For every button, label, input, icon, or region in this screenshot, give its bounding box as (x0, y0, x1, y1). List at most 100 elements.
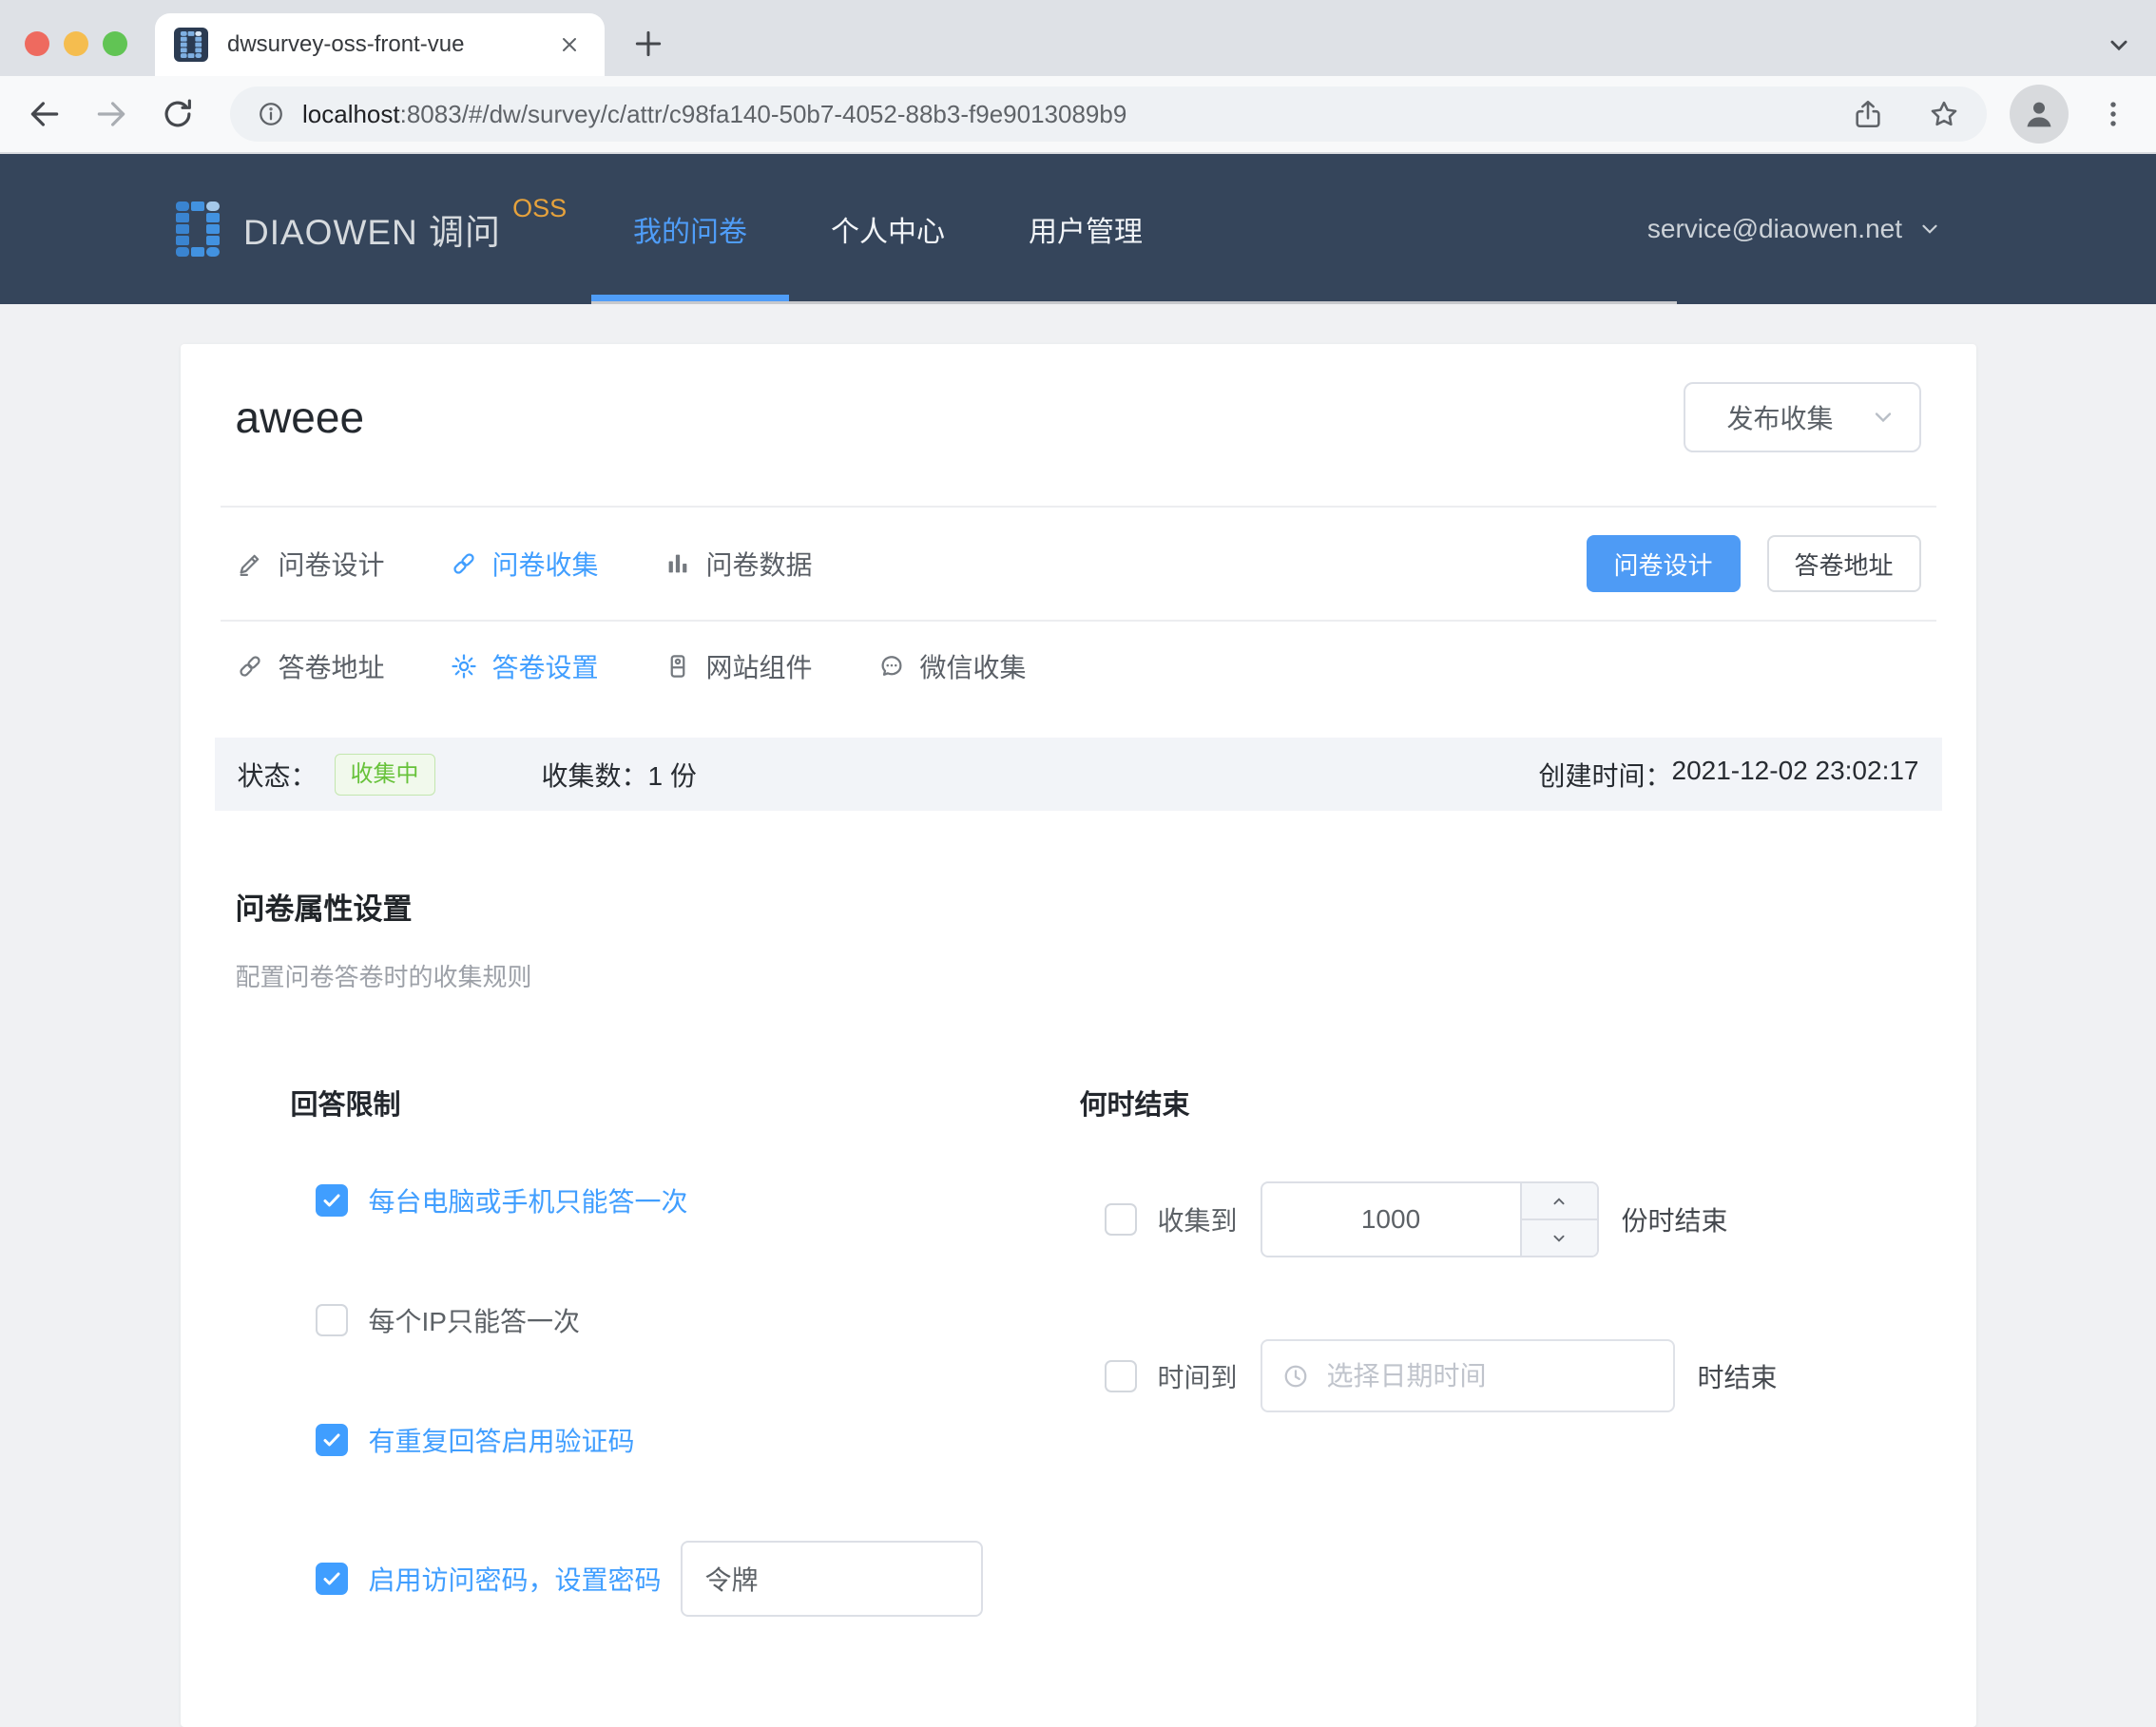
count-label: 收集数： (542, 756, 648, 794)
new-tab-button[interactable] (629, 25, 667, 63)
quota-label[interactable]: 收集到 (1158, 1200, 1238, 1238)
section-title: 问卷属性设置 (236, 885, 1921, 928)
tab-survey-collect[interactable]: 问卷收集 (450, 545, 599, 583)
chevron-up-icon (1549, 1191, 1569, 1212)
chevron-down-icon (1549, 1228, 1569, 1249)
nav-item-profile[interactable]: 个人中心 (789, 154, 987, 304)
clock-icon (1281, 1362, 1310, 1391)
tab-site-widget[interactable]: 网站组件 (664, 647, 813, 685)
password-label[interactable]: 启用访问密码，设置密码 (369, 1560, 662, 1598)
page-info-icon[interactable] (257, 100, 285, 128)
created-value: 2021-12-02 23:02:17 (1672, 756, 1919, 794)
end-row-deadline: 时间到 时结束 (1105, 1339, 1921, 1412)
app-header: DIAOWEN 调问 OSS 我的问卷 个人中心 用户管理 service@di… (0, 154, 2156, 304)
tag-icon (664, 652, 692, 681)
tab-answer-settings[interactable]: 答卷设置 (450, 647, 599, 685)
back-icon (27, 96, 63, 132)
browser-tabstrip: dwsurvey-oss-front-vue (0, 0, 2156, 76)
secondary-tab-row: 答卷地址 答卷设置 网站组件 微信收集 (181, 622, 1976, 711)
end-rules-column: 何时结束 收集到 (1080, 1083, 1921, 1494)
url-text: localhost:8083/#/dw/survey/c/attr/c98fa1… (302, 100, 1126, 129)
answer-limit-column: 回答限制 每台电脑或手机只能答一次 每个IP只能答一次 (291, 1083, 1080, 1698)
site-favicon-icon (174, 28, 208, 62)
browser-profile-avatar[interactable] (2010, 85, 2069, 144)
window-zoom-button[interactable] (103, 31, 127, 56)
address-bar[interactable]: localhost:8083/#/dw/survey/c/attr/c98fa1… (230, 86, 1987, 142)
deadline-suffix: 时结束 (1698, 1357, 1778, 1395)
check-icon (320, 1429, 343, 1451)
deadline-date-input[interactable] (1325, 1360, 1654, 1392)
survey-design-button[interactable]: 问卷设计 (1587, 535, 1741, 592)
quota-checkbox[interactable] (1105, 1203, 1137, 1236)
browser-menu-button[interactable] (2097, 98, 2129, 130)
share-icon[interactable] (1852, 98, 1884, 130)
link-icon (236, 652, 264, 681)
ip-once-checkbox[interactable] (316, 1304, 348, 1336)
page-background: aweee 发布收集 问卷设计 问卷收集 问卷数据 问卷设计 答卷地址 (0, 304, 2156, 1727)
access-password-input[interactable] (681, 1541, 983, 1617)
reload-button[interactable] (160, 96, 196, 132)
check-icon (320, 1189, 343, 1212)
reload-icon (160, 96, 196, 132)
quota-increase-button[interactable] (1522, 1183, 1597, 1220)
back-button[interactable] (27, 96, 63, 132)
tab-answer-url[interactable]: 答卷地址 (236, 647, 385, 685)
close-icon (558, 33, 581, 56)
brand-badge: OSS (512, 194, 567, 223)
publish-collect-select[interactable]: 发布收集 (1684, 382, 1921, 452)
tab-close-button[interactable] (553, 29, 586, 61)
nav-item-user-management[interactable]: 用户管理 (987, 154, 1184, 304)
browser-toolbar: localhost:8083/#/dw/survey/c/attr/c98fa1… (0, 76, 2156, 154)
answer-url-button[interactable]: 答卷地址 (1767, 535, 1921, 592)
limit-row-ip-once: 每个IP只能答一次 (316, 1301, 1080, 1339)
count-value: 1 份 (648, 756, 697, 794)
primary-tab-row: 问卷设计 问卷收集 问卷数据 问卷设计 答卷地址 (181, 508, 1976, 620)
tab-wechat-collect[interactable]: 微信收集 (877, 647, 1027, 685)
tab-search-chevron-icon[interactable] (2103, 29, 2135, 61)
tab-survey-data[interactable]: 问卷数据 (664, 545, 813, 583)
section-subtitle: 配置问卷答卷时的收集规则 (236, 958, 1921, 993)
link-icon (450, 549, 478, 578)
kebab-menu-icon (2097, 98, 2129, 130)
captcha-label[interactable]: 有重复回答启用验证码 (369, 1421, 635, 1459)
status-label: 状态： (238, 756, 318, 794)
chevron-down-icon (1870, 404, 1896, 431)
end-rules-heading: 何时结束 (1080, 1083, 1921, 1123)
status-badge: 收集中 (335, 754, 435, 796)
forward-icon (93, 96, 129, 132)
account-email: service@diaowen.net (1647, 214, 1902, 244)
chevron-down-icon (1917, 217, 1942, 241)
deadline-checkbox[interactable] (1105, 1360, 1137, 1392)
person-icon (2020, 95, 2058, 133)
captcha-checkbox[interactable] (316, 1424, 348, 1456)
ip-once-label[interactable]: 每个IP只能答一次 (369, 1301, 580, 1339)
deadline-date-picker[interactable] (1261, 1339, 1675, 1412)
deadline-label[interactable]: 时间到 (1158, 1357, 1238, 1395)
quota-number-input[interactable] (1262, 1183, 1520, 1256)
browser-tab[interactable]: dwsurvey-oss-front-vue (155, 13, 605, 76)
window-controls (25, 31, 127, 56)
bookmark-star-icon[interactable] (1928, 98, 1960, 130)
quota-decrease-button[interactable] (1522, 1220, 1597, 1256)
window-minimize-button[interactable] (64, 31, 88, 56)
limit-row-device-once: 每台电脑或手机只能答一次 (316, 1181, 1080, 1219)
brand-title: DIAOWEN 调问 (243, 203, 501, 255)
device-once-checkbox[interactable] (316, 1184, 348, 1217)
quota-number-input-group (1261, 1181, 1599, 1257)
answer-limit-heading: 回答限制 (291, 1083, 1080, 1123)
account-menu[interactable]: service@diaowen.net (1647, 154, 1942, 304)
window-close-button[interactable] (25, 31, 49, 56)
forward-button[interactable] (93, 96, 129, 132)
survey-title: aweee (236, 391, 365, 444)
tab-survey-design[interactable]: 问卷设计 (236, 545, 385, 583)
device-once-label[interactable]: 每台电脑或手机只能答一次 (369, 1181, 688, 1219)
end-row-quota: 收集到 份时结束 (1105, 1181, 1921, 1257)
plus-icon (629, 25, 667, 63)
quota-suffix: 份时结束 (1622, 1200, 1728, 1238)
password-checkbox[interactable] (316, 1563, 348, 1595)
pencil-icon (236, 549, 264, 578)
nav-item-my-surveys[interactable]: 我的问卷 (591, 154, 789, 304)
limit-row-password: 启用访问密码，设置密码 (316, 1541, 1080, 1617)
status-bar: 状态： 收集中 收集数： 1 份 创建时间： 2021-12-02 23:02:… (215, 738, 1942, 811)
diaowen-logo (175, 201, 221, 257)
